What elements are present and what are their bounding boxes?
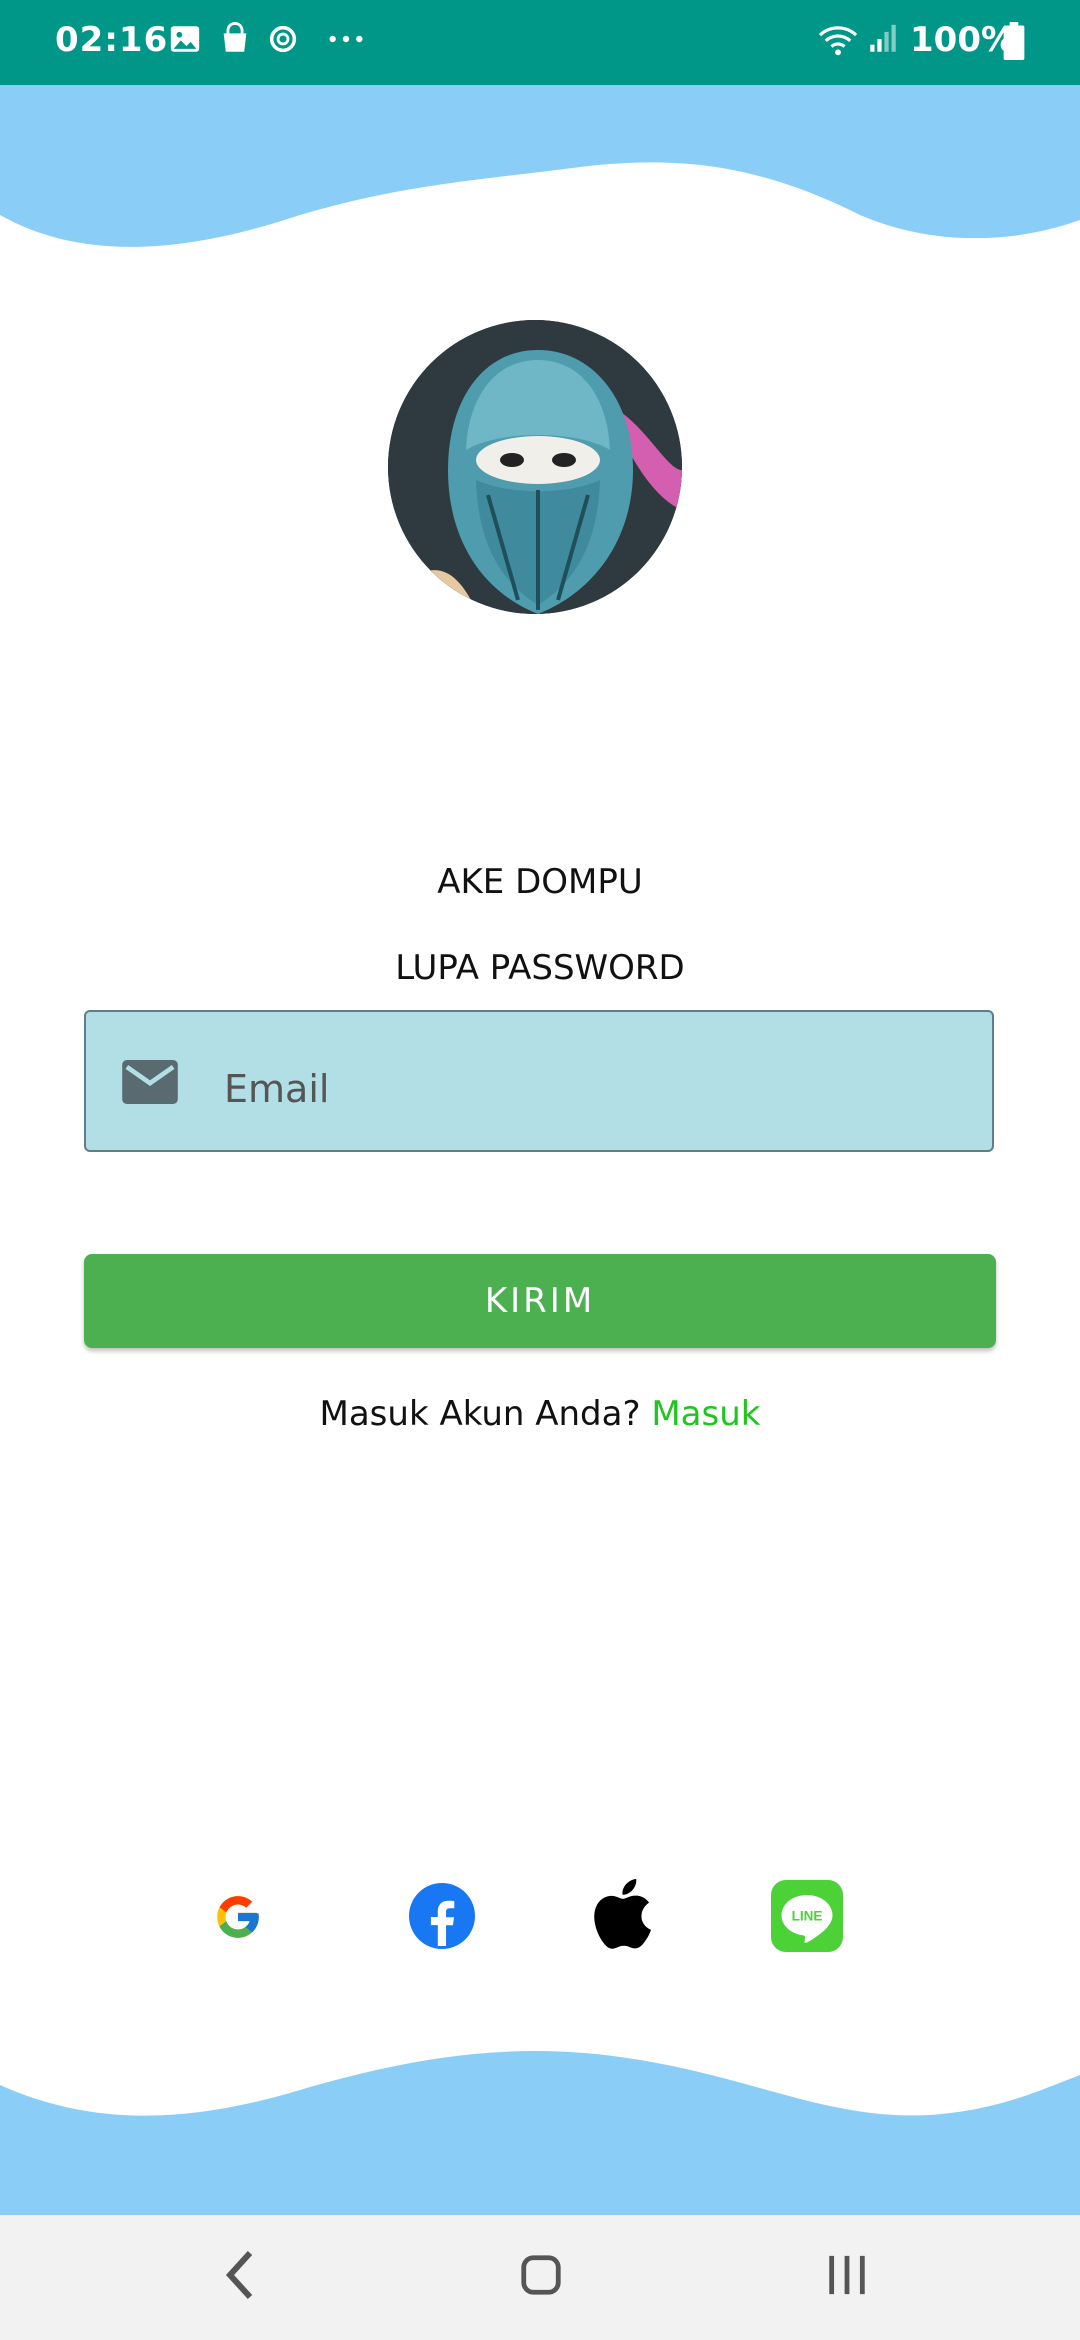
battery-percentage: 100%	[910, 20, 1016, 60]
status-time: 02:16	[55, 20, 169, 60]
back-icon[interactable]	[222, 2247, 258, 2303]
navigation-bar	[0, 2215, 1080, 2340]
facebook-icon[interactable]	[406, 1880, 478, 1952]
more-dots-icon	[329, 35, 363, 43]
login-link[interactable]: Masuk	[651, 1394, 760, 1434]
battery-icon	[1003, 22, 1025, 60]
line-icon[interactable]: LINE	[771, 1880, 843, 1952]
app-name: AKE DOMPU	[437, 862, 643, 902]
mail-icon	[122, 1060, 178, 1104]
recents-icon[interactable]	[824, 2247, 870, 2303]
wifi-icon	[818, 26, 858, 56]
submit-button[interactable]: KIRIM	[84, 1254, 996, 1348]
apple-icon[interactable]	[584, 1876, 654, 1952]
home-icon[interactable]	[518, 2247, 564, 2303]
email-input[interactable]	[222, 1048, 946, 1130]
email-field[interactable]	[84, 1010, 994, 1152]
bottom-wave-decoration	[0, 2051, 1080, 2215]
page-title: LUPA PASSWORD	[395, 948, 685, 988]
svg-text:LINE: LINE	[792, 1909, 823, 1924]
google-icon[interactable]	[213, 1892, 263, 1942]
status-bar: 02:16 100%	[0, 0, 1080, 85]
top-wave-decoration	[0, 85, 1080, 247]
gallery-icon	[170, 26, 200, 52]
shopping-bag-icon	[223, 22, 247, 52]
sync-icon	[269, 25, 297, 53]
signal-icon	[870, 24, 896, 52]
login-prompt: Masuk Akun Anda? Masuk	[0, 1394, 1080, 1434]
profile-avatar	[388, 320, 682, 614]
login-prompt-text: Masuk Akun Anda?	[319, 1394, 641, 1434]
